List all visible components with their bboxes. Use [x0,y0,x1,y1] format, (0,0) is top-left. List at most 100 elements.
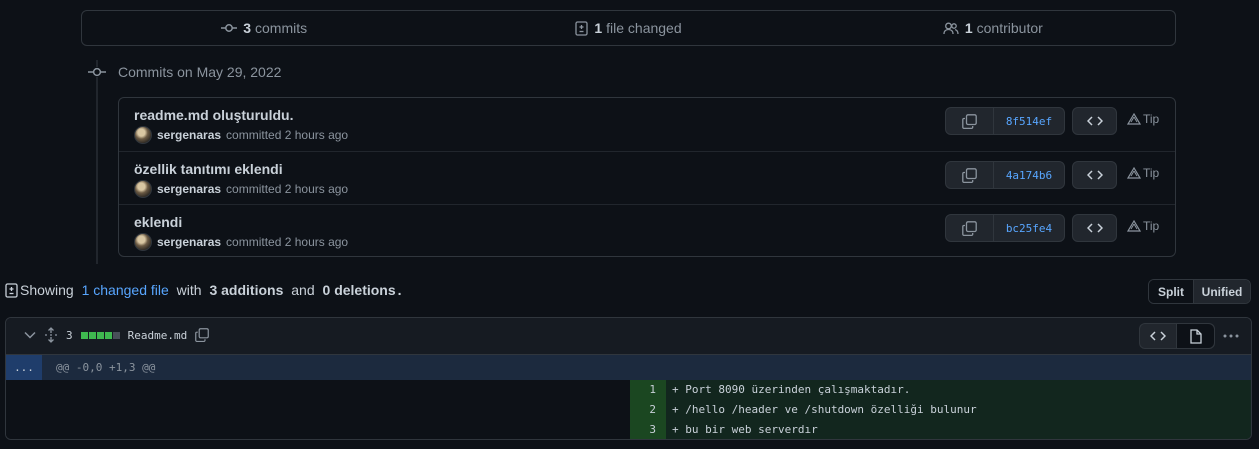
diff-lines: 1 + Port 8090 üzerinden çalışmaktadır. 2… [6,380,1251,439]
commit-meta: sergenaras committed 2 hours ago [134,180,348,198]
timeline-heading: Commits on May 29, 2022 [88,64,281,80]
commit-meta: sergenaras committed 2 hours ago [134,126,348,144]
copy-icon [962,220,977,236]
commit-title-link[interactable]: eklendi [134,214,182,230]
commit-icon [221,23,238,33]
commit-time: committed 2 hours ago [226,182,349,196]
commit-meta: sergenaras committed 2 hours ago [134,233,348,251]
tip-label: Tip [1143,112,1160,126]
files-count: 1 [594,20,603,36]
triangle-icon [1127,113,1141,125]
commit-row: özellik tanıtımı eklendi sergenaras comm… [119,151,1175,204]
triangle-icon [1127,167,1141,179]
copy-sha-button[interactable] [946,108,994,134]
line-number[interactable]: 3 [630,420,666,439]
commit-time: committed 2 hours ago [226,128,349,142]
chevron-down-icon[interactable] [24,331,36,339]
sha-button-group: 4a174b6 [945,161,1065,189]
avatar[interactable] [134,180,152,198]
diffstat-bar [80,331,120,339]
showing-suffix: . [397,282,402,298]
empty-old-side [6,380,630,400]
avatar[interactable] [134,233,152,251]
expand-all-icon[interactable] [44,327,58,343]
browse-repo-button[interactable] [1072,161,1117,189]
added-code-line: + /hello /header ve /shutdown özelliği b… [666,400,1251,420]
hunk-header: ... @@ -0,0 +1,3 @@ [6,355,1251,380]
split-view-button[interactable]: Split [1149,280,1194,303]
expand-hunk-button[interactable]: ... [6,355,42,380]
deletions-count: 0 deletions [322,282,396,298]
additions-count: 3 additions [209,282,284,298]
commit-sha-link[interactable]: 4a174b6 [994,162,1064,188]
copy-sha-button[interactable] [946,162,994,188]
file-header-actions [1139,323,1239,349]
source-view-button[interactable] [1140,324,1177,348]
copy-sha-button[interactable] [946,215,994,241]
avatar[interactable] [134,126,152,144]
showing-and: and [291,282,315,298]
unified-view-button[interactable]: Unified [1194,280,1250,303]
tip-link[interactable]: Tip [1127,112,1159,126]
files-summary[interactable]: 1 file changed [446,20,810,36]
contributors-label: contributor [976,20,1043,36]
sha-button-group: bc25fe4 [945,214,1065,242]
added-code-line: + Port 8090 üzerinden çalışmaktadır. [666,380,1251,400]
showing-prefix: Showing [20,282,74,298]
file-diff: 3 Readme.md ... @@ -0,0 +1,3 @@ 1 + Port… [5,317,1252,440]
diff-stats-line: Showing 1 changed file with 3 additions … [5,282,402,298]
commit-row: eklendi sergenaras committed 2 hours ago… [119,204,1175,257]
file-name-link[interactable]: Readme.md [128,329,188,342]
changed-files-link[interactable]: 1 changed file [82,282,169,298]
diff-line: 3 + bu bir web serverdır [6,420,1251,439]
file-header-info: 3 Readme.md [24,327,210,343]
commits-count: 3 [243,20,251,36]
code-icon [1150,331,1166,341]
timeline-line [96,60,98,264]
tip-label: Tip [1143,166,1160,180]
diff-line: 2 + /hello /header ve /shutdown özelliği… [6,400,1251,420]
added-code-line: + bu bir web serverdır [666,420,1251,439]
commit-author[interactable]: sergenaras [157,235,221,249]
commit-row: readme.md oluşturuldu. sergenaras commit… [119,98,1175,151]
commit-author[interactable]: sergenaras [157,128,221,142]
browse-repo-button[interactable] [1072,107,1117,135]
files-label: file changed [606,20,682,36]
commits-label: commits [255,20,308,36]
empty-old-side [6,420,630,439]
kebab-menu-icon[interactable] [1223,334,1239,338]
line-number[interactable]: 1 [630,380,666,400]
rich-view-button[interactable] [1177,324,1214,348]
contributors-summary[interactable]: 1 contributor [811,20,1175,36]
commit-summary-bar: 3 commits 1 file changed 1 contributor [81,10,1176,46]
code-icon [1086,170,1103,180]
tip-link[interactable]: Tip [1127,219,1159,233]
file-diff-icon [5,282,18,298]
commit-list: readme.md oluşturuldu. sergenaras commit… [118,97,1176,257]
code-icon [1086,223,1103,233]
commit-author[interactable]: sergenaras [157,182,221,196]
commit-sha-link[interactable]: 8f514ef [994,108,1064,134]
contributors-count: 1 [964,20,973,36]
commit-title-link[interactable]: özellik tanıtımı eklendi [134,161,283,177]
commit-sha-link[interactable]: bc25fe4 [994,215,1064,241]
diff-line: 1 + Port 8090 üzerinden çalışmaktadır. [6,380,1251,400]
file-additions-count: 3 [66,328,73,342]
commits-summary[interactable]: 3 commits [82,20,446,36]
showing-mid: with [176,282,202,298]
copy-icon[interactable] [195,328,210,342]
commit-icon [88,67,106,77]
triangle-icon [1127,220,1141,232]
browse-repo-button[interactable] [1072,214,1117,242]
hunk-range: @@ -0,0 +1,3 @@ [56,361,156,374]
commit-title-link[interactable]: readme.md oluşturuldu. [134,107,293,123]
tip-link[interactable]: Tip [1127,166,1159,180]
file-header: 3 Readme.md [6,318,1251,355]
line-number[interactable]: 2 [630,400,666,420]
diff-view-toggle: Split Unified [1148,279,1251,304]
copy-icon [962,113,977,129]
file-view-toggle [1139,323,1215,349]
commit-time: committed 2 hours ago [226,235,349,249]
copy-icon [962,167,977,183]
file-icon [1189,328,1202,344]
